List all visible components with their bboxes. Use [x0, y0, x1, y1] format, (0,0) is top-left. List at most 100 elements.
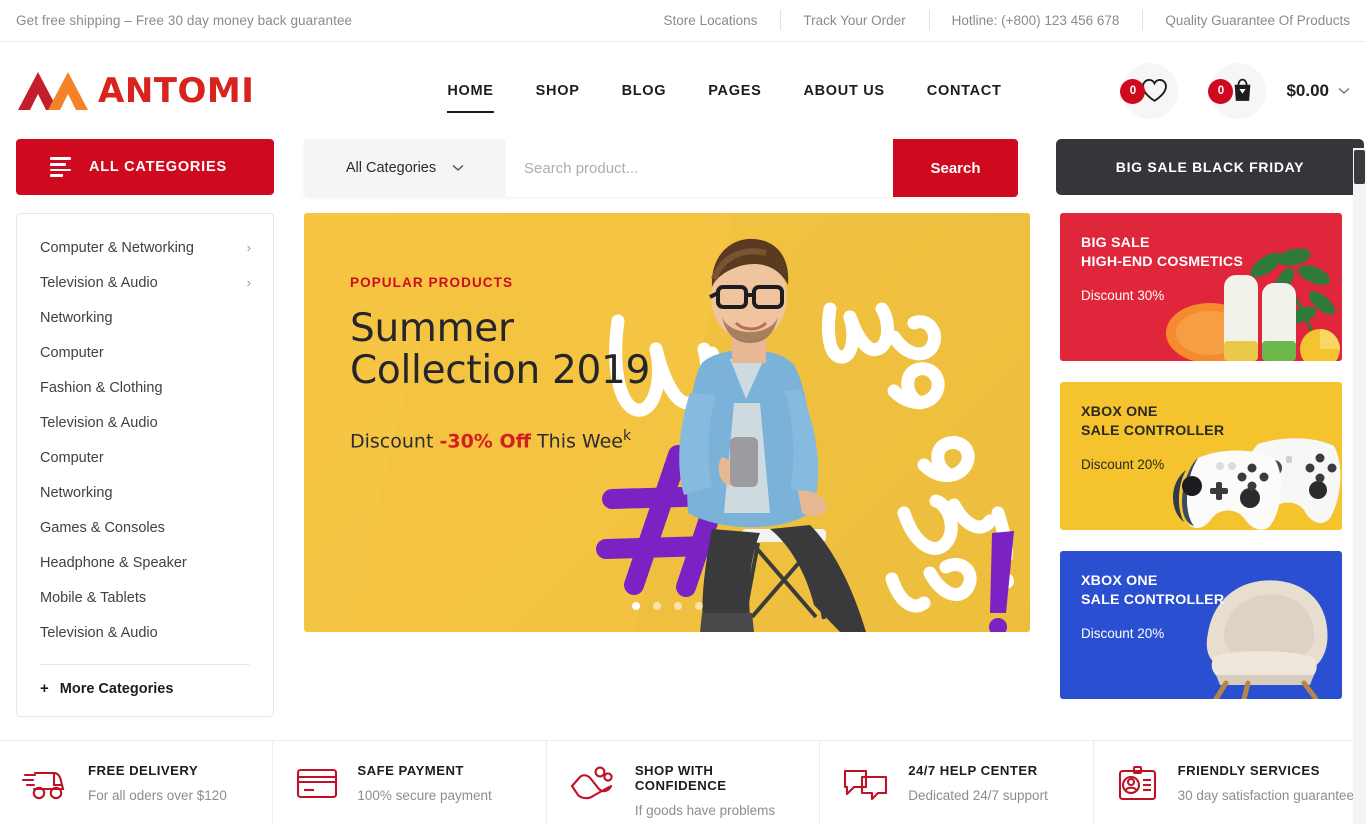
header-actions: 0 0 $0.00 — [1120, 62, 1350, 119]
hero-discount-line: Discount -30% Off This Week — [350, 428, 650, 452]
nav-item-shop[interactable]: SHOP — [515, 77, 601, 105]
hero-discount-prefix: Discount — [350, 430, 434, 453]
black-friday-banner[interactable]: BIG SALE BLACK FRIDAY — [1056, 139, 1364, 195]
more-categories-button[interactable]: + More Categories — [17, 665, 273, 712]
hero-title-line2: Collection 2019 — [350, 347, 651, 393]
promo-title-line1: BIG SALE — [1081, 235, 1150, 251]
page-scrollbar-track[interactable] — [1353, 148, 1366, 824]
hero-slider[interactable]: POPULAR PRODUCTS Summer Collection 2019 … — [304, 213, 1030, 632]
sidebar-item-television-audio[interactable]: Television & Audio › — [17, 265, 273, 300]
hero-kicker: POPULAR PRODUCTS — [350, 275, 514, 290]
search-box: All Categories Search — [304, 139, 1018, 197]
credit-card-icon — [297, 768, 338, 799]
wishlist-button[interactable]: 0 — [1120, 62, 1179, 119]
chevron-right-icon: › — [246, 240, 251, 255]
sidebar-item-label: Computer — [40, 344, 104, 361]
feature-title: FRIENDLY SERVICES — [1177, 763, 1320, 778]
main-content: Computer & Networking › Television & Aud… — [0, 197, 1366, 717]
feature-title: 24/7 HELP CENTER — [908, 763, 1038, 778]
sidebar-item-label: Television & Audio — [40, 624, 158, 641]
nav-item-home[interactable]: HOME — [426, 77, 514, 113]
hero-dot-1[interactable] — [631, 602, 640, 610]
nav-item-contact[interactable]: CONTACT — [906, 77, 1023, 105]
top-link-quality-guarantee[interactable]: Quality Guarantee Of Products — [1142, 10, 1350, 30]
chat-bubbles-icon — [844, 769, 888, 801]
promo-banner-cosmetics[interactable]: BIG SALE HIGH-END COSMETICS Discount 30% — [1060, 213, 1342, 361]
feature-desc: If goods have problems — [634, 803, 776, 818]
nav-item-pages[interactable]: PAGES — [687, 77, 782, 105]
sidebar-item-label: Networking — [40, 484, 113, 501]
search-category-select[interactable]: All Categories — [304, 139, 506, 197]
sidebar-item-computer-2[interactable]: Computer — [17, 440, 273, 475]
cart-total-amount: $0.00 — [1286, 80, 1329, 100]
sidebar-item-headphone-speaker[interactable]: Headphone & Speaker — [17, 545, 273, 580]
promo-banners: BIG SALE HIGH-END COSMETICS Discount 30% — [1060, 213, 1342, 717]
top-link-hotline[interactable]: Hotline: (+800) 123 456 678 — [928, 10, 1143, 30]
all-categories-label: ALL CATEGORIES — [89, 159, 227, 175]
feature-desc: 100% secure payment — [357, 788, 492, 803]
promo-title-line1: XBOX ONE — [1081, 573, 1158, 589]
hero-dot-4[interactable] — [694, 602, 703, 610]
top-bar-promo-text: Get free shipping – Free 30 day money ba… — [16, 13, 353, 28]
promo-title-line2: HIGH-END COSMETICS — [1081, 253, 1244, 270]
promo-banner-chair[interactable]: XBOX ONE SALE CONTROLLER Discount 20% — [1060, 551, 1342, 699]
feature-desc: Dedicated 24/7 support — [908, 788, 1048, 803]
plus-icon: + — [40, 680, 49, 697]
nav-item-blog[interactable]: BLOG — [601, 77, 688, 105]
sidebar-item-label: Networking — [40, 309, 113, 326]
sidebar-item-television-audio-3[interactable]: Television & Audio — [17, 615, 273, 650]
sidebar-item-networking[interactable]: Networking — [17, 300, 273, 335]
feature-free-delivery: FREE DELIVERY For all oders over $120 — [0, 741, 274, 824]
cart-total[interactable]: $0.00 — [1286, 81, 1350, 101]
promo-discount: Discount 20% — [1081, 457, 1165, 473]
sidebar-item-computer[interactable]: Computer — [17, 335, 273, 370]
top-bar-links: Store Locations Track Your Order Hotline… — [641, 10, 1350, 30]
all-categories-button[interactable]: ALL CATEGORIES — [16, 139, 274, 195]
logo-chevron-icon — [18, 71, 88, 110]
cart-count-badge: 0 — [1208, 78, 1234, 104]
hero-copy: POPULAR PRODUCTS Summer Collection 2019 … — [350, 275, 650, 453]
hero-dot-3[interactable] — [673, 602, 682, 610]
sidebar-item-label: Fashion & Clothing — [40, 379, 163, 396]
promo-title-line1: XBOX ONE — [1081, 404, 1158, 420]
category-sidebar: Computer & Networking › Television & Aud… — [16, 213, 274, 717]
search-row: ALL CATEGORIES All Categories Search BIG… — [0, 139, 1366, 197]
shopping-bag-icon — [1234, 78, 1251, 101]
main-navigation: HOME SHOP BLOG PAGES ABOUT US CONTACT — [426, 77, 1023, 113]
logo-text: ANTOMI — [98, 70, 255, 111]
sidebar-item-label: Computer & Networking — [40, 239, 194, 256]
sidebar-item-label: Headphone & Speaker — [40, 554, 187, 571]
chevron-right-icon: › — [246, 275, 251, 290]
search-submit-button[interactable]: Search — [893, 139, 1018, 197]
hero-dot-2[interactable] — [652, 602, 661, 610]
id-card-icon — [1118, 765, 1156, 801]
feature-title: FREE DELIVERY — [88, 763, 199, 778]
sidebar-item-games-consoles[interactable]: Games & Consoles — [17, 510, 273, 545]
sidebar-item-label: Computer — [40, 449, 104, 466]
delivery-truck-icon — [22, 771, 65, 800]
sidebar-item-fashion-clothing[interactable]: Fashion & Clothing — [17, 370, 273, 405]
site-header: ANTOMI HOME SHOP BLOG PAGES ABOUT US CON… — [0, 42, 1366, 139]
promo-discount: Discount 30% — [1081, 288, 1165, 304]
promo-discount: Discount 20% — [1081, 626, 1165, 642]
feature-desc: 30 day satisfaction guarantee — [1177, 788, 1354, 803]
sidebar-item-networking-2[interactable]: Networking — [17, 475, 273, 510]
more-categories-label: More Categories — [59, 680, 174, 697]
sidebar-item-mobile-tablets[interactable]: Mobile & Tablets — [17, 580, 273, 615]
sidebar-item-label: Mobile & Tablets — [40, 589, 147, 606]
hand-shield-icon — [570, 766, 613, 800]
feature-title: SHOP WITH CONFIDENCE — [634, 763, 727, 793]
sidebar-item-television-audio-2[interactable]: Television & Audio — [17, 405, 273, 440]
promo-banner-xbox-controller[interactable]: XBOX ONE SALE CONTROLLER Discount 20% — [1060, 382, 1342, 530]
hero-illustration — [596, 238, 1014, 632]
feature-help-center: 24/7 HELP CENTER Dedicated 24/7 support — [820, 741, 1094, 824]
hero-discount-value: -30% Off — [439, 430, 531, 453]
sidebar-item-computer-networking[interactable]: Computer & Networking › — [17, 230, 273, 265]
top-link-store-locations[interactable]: Store Locations — [641, 13, 781, 28]
page-scrollbar-thumb[interactable] — [1354, 150, 1365, 184]
top-link-track-order[interactable]: Track Your Order — [780, 10, 928, 30]
logo[interactable]: ANTOMI — [16, 70, 254, 112]
cart-button[interactable]: 0 — [1208, 62, 1267, 119]
nav-item-about-us[interactable]: ABOUT US — [782, 77, 905, 105]
search-input[interactable] — [506, 139, 893, 197]
